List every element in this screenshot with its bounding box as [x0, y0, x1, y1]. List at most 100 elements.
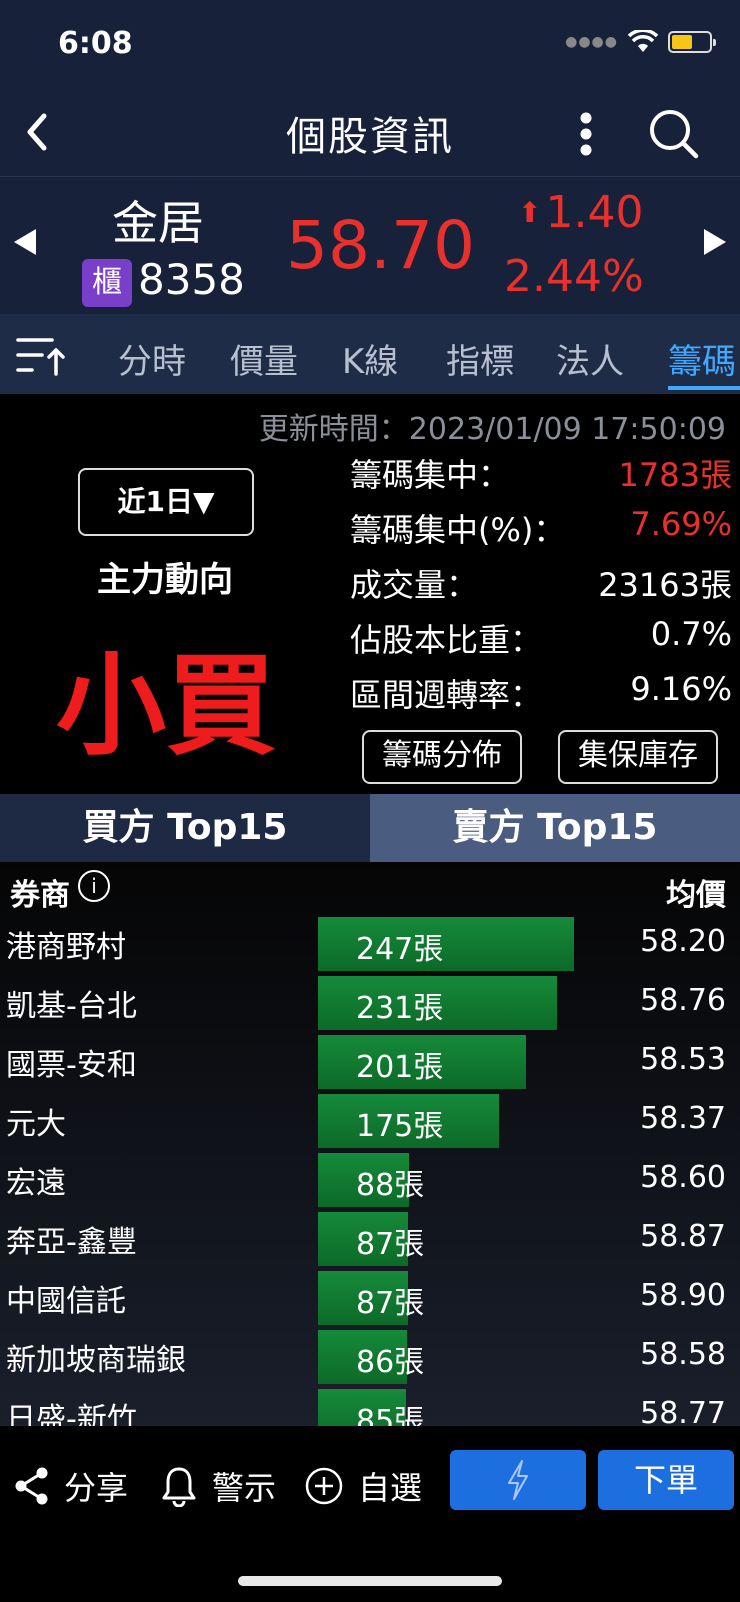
alert-button[interactable]: 警示: [160, 1458, 276, 1514]
table-row[interactable]: 凱基-台北 231張 58.76: [0, 973, 740, 1032]
stock-name: 金居: [112, 196, 204, 250]
cellular-signal-icon: ●●●●: [565, 34, 618, 50]
period-dropdown[interactable]: 近1日▼: [78, 468, 254, 536]
wifi-icon: [628, 30, 658, 52]
watchlist-button[interactable]: 自選: [304, 1458, 422, 1514]
stat-label: 籌碼集中：: [350, 456, 511, 494]
volume-label: 86張: [356, 1345, 425, 1380]
tab-sell-top15[interactable]: 賣方 Top15: [370, 794, 740, 862]
table-row[interactable]: 元大 175張 58.37: [0, 1091, 740, 1150]
stat-value: 23163張: [598, 566, 732, 604]
broker-name: 中國信託: [6, 1284, 126, 1319]
stat-label: 成交量：: [350, 566, 479, 604]
home-indicator: [238, 1576, 502, 1586]
avg-price: 58.77: [640, 1396, 726, 1426]
table-row[interactable]: 奔亞-鑫豐 87張 58.87: [0, 1209, 740, 1268]
volume-label: 85張: [356, 1404, 425, 1426]
volume-label: 88張: [356, 1168, 425, 1203]
status-icons: ●●●●: [565, 30, 716, 54]
tab-chips[interactable]: 籌碼: [668, 334, 736, 383]
volume-label: 231張: [356, 991, 444, 1026]
table-row[interactable]: 新加坡商瑞銀 86張 58.58: [0, 1327, 740, 1386]
table-row[interactable]: 中國信託 87張 58.90: [0, 1268, 740, 1327]
change-pct: 2.44%: [504, 251, 644, 302]
chips-summary: 更新時間：2023/01/09 17:50:09 近1日▼ 主力動向 小買 籌碼…: [0, 394, 740, 794]
broker-table[interactable]: 券商 i 均價 港商野村 247張 58.20 凱基-台北 231張 58.76 國票-安和…: [0, 862, 740, 1426]
broker-name: 國票-安和: [6, 1048, 137, 1083]
more-vertical-icon[interactable]: [568, 104, 604, 164]
order-button[interactable]: 下單: [598, 1450, 734, 1510]
table-row[interactable]: 港商野村 247張 58.20: [0, 914, 740, 973]
watchlist-label: 自選: [358, 1469, 423, 1507]
alert-label: 警示: [212, 1469, 277, 1507]
tab-institutional[interactable]: 法人: [556, 334, 624, 383]
share-label: 分享: [64, 1469, 129, 1507]
volume-label: 247張: [356, 932, 444, 967]
side-tabs: 買方 Top15 賣方 Top15: [0, 794, 740, 862]
market-badge: 櫃: [82, 259, 132, 307]
stat-row-volume: 成交量： 23163張: [350, 560, 732, 610]
chip-distribution-button[interactable]: 籌碼分佈: [362, 730, 522, 784]
stat-row-turnover: 區間週轉率： 9.16%: [350, 670, 732, 720]
sort-menu-icon[interactable]: [16, 332, 68, 378]
volume-label: 201張: [356, 1050, 444, 1085]
tab-indicators[interactable]: 指標: [446, 334, 514, 383]
quick-order-button[interactable]: [450, 1450, 586, 1510]
nav-bar: 個股資訊: [0, 90, 740, 176]
tabs-bar: 分時 價量 K線 指標 法人 籌碼: [0, 314, 740, 394]
price-change: ⬆ 1.40: [518, 187, 643, 238]
broker-name: 日盛-新竹: [6, 1402, 137, 1426]
plus-circle-icon: [305, 1467, 343, 1505]
broker-name: 凱基-台北: [6, 989, 137, 1024]
broker-name: 港商野村: [6, 930, 126, 965]
volume-label: 175張: [356, 1109, 444, 1144]
volume-label: 87張: [356, 1227, 425, 1262]
share-icon: [15, 1467, 48, 1505]
broker-name: 元大: [6, 1107, 66, 1142]
table-row[interactable]: 國票-安和 201張 58.53: [0, 1032, 740, 1091]
broker-name: 新加坡商瑞銀: [6, 1343, 186, 1378]
lightning-icon: [508, 1460, 528, 1500]
col-broker-header: 券商: [10, 878, 70, 913]
main-force-value: 小買: [56, 642, 276, 770]
prev-stock-icon[interactable]: [14, 229, 36, 255]
avg-price: 58.58: [640, 1337, 726, 1372]
share-button[interactable]: 分享: [14, 1458, 128, 1514]
stat-value: 0.7%: [650, 615, 732, 653]
next-stock-icon[interactable]: [704, 229, 726, 255]
stock-header: 金居 櫃 8358 58.70 ⬆ 1.40 2.44%: [0, 176, 740, 314]
avg-price: 58.87: [640, 1219, 726, 1254]
broker-name: 奔亞-鑫豐: [6, 1225, 137, 1260]
stat-label: 佔股本比重：: [350, 621, 543, 659]
tab-buy-top15[interactable]: 買方 Top15: [0, 794, 370, 862]
search-icon[interactable]: [644, 104, 704, 164]
stock-code: 8358: [138, 255, 245, 304]
stock-price: 58.70: [286, 207, 475, 284]
custody-inventory-button[interactable]: 集保庫存: [558, 730, 718, 784]
stat-value: 7.69%: [630, 505, 732, 543]
bell-icon: [162, 1467, 196, 1507]
avg-price: 58.90: [640, 1278, 726, 1313]
table-header: 券商 i 均價: [0, 862, 740, 914]
stat-label: 區間週轉率：: [350, 676, 543, 714]
col-avg-header: 均價: [666, 878, 726, 913]
table-row[interactable]: 宏遠 88張 58.60: [0, 1150, 740, 1209]
table-row[interactable]: 日盛-新竹 85張 58.77: [0, 1386, 740, 1426]
active-tab-indicator: [668, 386, 740, 390]
update-time: 更新時間：2023/01/09 17:50:09: [258, 412, 726, 447]
status-time: 6:08: [58, 26, 133, 61]
page-title: 個股資訊: [286, 114, 454, 160]
info-icon[interactable]: i: [78, 870, 110, 902]
broker-name: 宏遠: [6, 1166, 66, 1201]
tab-time-share[interactable]: 分時: [118, 334, 186, 383]
avg-price: 58.37: [640, 1101, 726, 1136]
avg-price: 58.53: [640, 1042, 726, 1077]
stat-value: 1783張: [618, 456, 732, 494]
up-arrow-icon: ⬆: [518, 196, 542, 229]
stat-row-capital-ratio: 佔股本比重： 0.7%: [350, 615, 732, 665]
bottom-toolbar: 分享 警示 自選 下單: [0, 1426, 740, 1602]
main-force-label: 主力動向: [97, 560, 233, 600]
change-abs: 1.40: [545, 187, 644, 238]
tab-k-line[interactable]: K線: [342, 334, 398, 383]
tab-price-volume[interactable]: 價量: [230, 334, 298, 383]
